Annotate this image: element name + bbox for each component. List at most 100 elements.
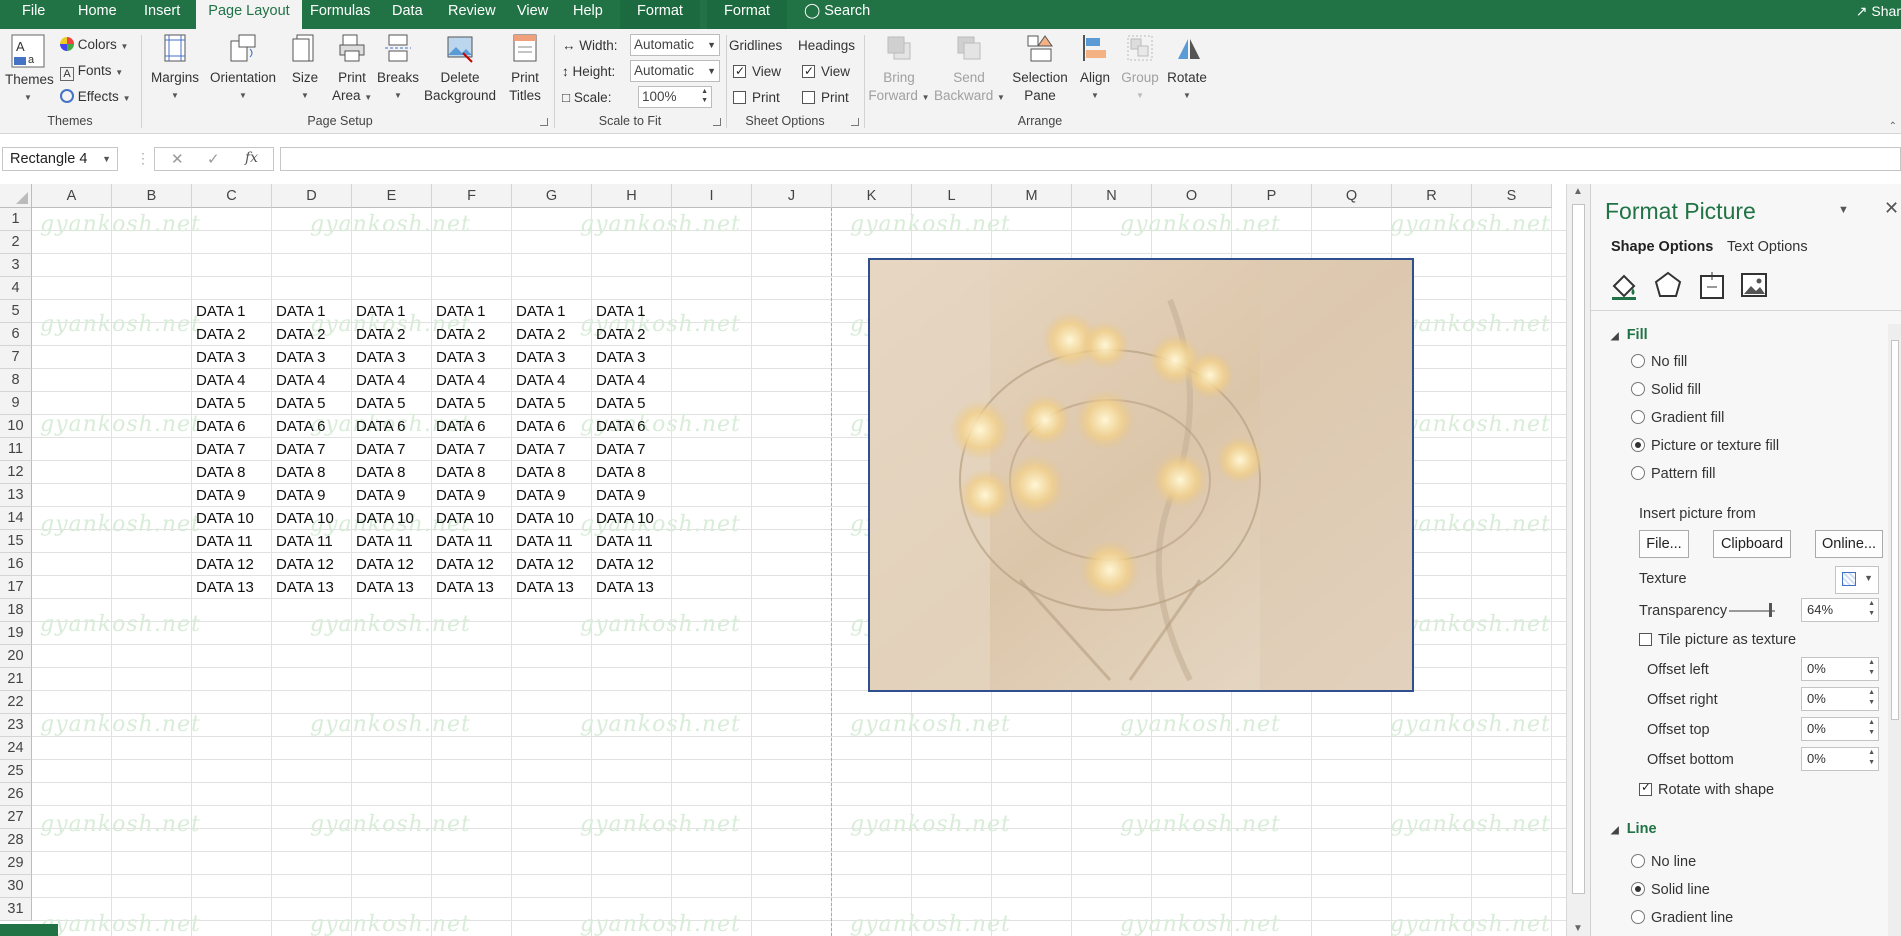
row-header-5[interactable]: 5 (0, 300, 32, 323)
radio-no-line[interactable]: No line (1631, 854, 1696, 870)
slider-handle[interactable] (1769, 603, 1772, 617)
cell-g8[interactable]: DATA 4 (512, 369, 565, 392)
scrollbar-thumb[interactable] (1891, 340, 1899, 720)
cell-g17[interactable]: DATA 13 (512, 576, 574, 599)
column-header-p[interactable]: P (1232, 184, 1312, 208)
headings-view-checkbox[interactable]: View (802, 62, 850, 81)
tab-text-options[interactable]: Text Options (1727, 239, 1808, 255)
cell-e12[interactable]: DATA 8 (352, 461, 405, 484)
tab-page-layout[interactable]: Page Layout (196, 0, 302, 29)
cell-g5[interactable]: DATA 1 (512, 300, 565, 323)
collapse-ribbon-icon[interactable]: ⌃ (1889, 121, 1897, 132)
row-header-18[interactable]: 18 (0, 599, 32, 622)
print-titles-button[interactable]: Print Titles (506, 33, 544, 105)
tab-data[interactable]: Data (382, 0, 433, 29)
scale-spinner[interactable]: 100% ▲ ▼ (638, 86, 712, 108)
cell-h7[interactable]: DATA 3 (592, 346, 645, 369)
cell-e8[interactable]: DATA 4 (352, 369, 405, 392)
delete-background-button[interactable]: Delete Background (424, 33, 496, 105)
tab-review[interactable]: Review (438, 0, 506, 29)
texture-dropdown[interactable]: ▼ (1835, 566, 1879, 594)
column-header-h[interactable]: H (592, 184, 672, 208)
row-header-11[interactable]: 11 (0, 438, 32, 461)
selection-pane-button[interactable]: Selection Pane (1008, 33, 1072, 105)
tab-format-1[interactable]: Format (620, 0, 700, 29)
column-header-n[interactable]: N (1072, 184, 1152, 208)
column-header-c[interactable]: C (192, 184, 272, 208)
colors-button[interactable]: Colors ▼ (60, 36, 128, 56)
cell-c11[interactable]: DATA 7 (192, 438, 245, 461)
cell-e6[interactable]: DATA 2 (352, 323, 405, 346)
pane-options-icon[interactable]: ▼ (1838, 204, 1849, 216)
cell-f10[interactable]: DATA 6 (432, 415, 485, 438)
row-header-9[interactable]: 9 (0, 392, 32, 415)
bring-forward-button[interactable]: Bring Forward ▼ (868, 33, 930, 107)
line-section-header[interactable]: ◢ Line (1611, 821, 1657, 837)
row-header-27[interactable]: 27 (0, 806, 32, 829)
row-header-29[interactable]: 29 (0, 852, 32, 875)
select-all-corner[interactable] (0, 184, 32, 208)
row-header-25[interactable]: 25 (0, 760, 32, 783)
cell-h16[interactable]: DATA 12 (592, 553, 654, 576)
height-dropdown[interactable]: Automatic ▼ (630, 60, 720, 82)
sheet-tab[interactable] (0, 924, 58, 936)
row-header-28[interactable]: 28 (0, 829, 32, 852)
cell-c9[interactable]: DATA 5 (192, 392, 245, 415)
cell-f13[interactable]: DATA 9 (432, 484, 485, 507)
row-header-30[interactable]: 30 (0, 875, 32, 898)
cell-d7[interactable]: DATA 3 (272, 346, 325, 369)
offset-left-spinner[interactable]: 0% ▲ ▼ (1801, 657, 1879, 681)
orientation-button[interactable]: Orientation ▼ (206, 33, 280, 105)
cell-e15[interactable]: DATA 11 (352, 530, 413, 553)
scroll-down-icon[interactable]: ▼ (1573, 923, 1583, 934)
row-header-10[interactable]: 10 (0, 415, 32, 438)
cell-e9[interactable]: DATA 5 (352, 392, 405, 415)
column-header-k[interactable]: K (832, 184, 912, 208)
insert-function-icon[interactable]: fx (245, 150, 258, 166)
tab-file[interactable]: File (12, 0, 55, 29)
cell-d8[interactable]: DATA 4 (272, 369, 325, 392)
cell-g12[interactable]: DATA 8 (512, 461, 565, 484)
column-header-f[interactable]: F (432, 184, 512, 208)
formula-input[interactable] (280, 147, 1901, 171)
cell-f15[interactable]: DATA 11 (432, 530, 493, 553)
tile-checkbox[interactable]: Tile picture as texture (1639, 632, 1796, 648)
cell-d13[interactable]: DATA 9 (272, 484, 325, 507)
offset-top-spinner[interactable]: 0% ▲ ▼ (1801, 717, 1879, 741)
cell-e11[interactable]: DATA 7 (352, 438, 405, 461)
row-header-12[interactable]: 12 (0, 461, 32, 484)
scroll-up-icon[interactable]: ▲ (1573, 186, 1583, 197)
picture-icon[interactable] (1739, 270, 1769, 300)
headings-print-checkbox[interactable]: Print (802, 89, 849, 107)
column-header-a[interactable]: A (32, 184, 112, 208)
radio-no-fill[interactable]: No fill (1631, 354, 1687, 370)
cell-d10[interactable]: DATA 6 (272, 415, 325, 438)
tab-format-2[interactable]: Format (707, 0, 787, 29)
cancel-icon[interactable]: ✕ (171, 150, 184, 168)
cell-e16[interactable]: DATA 12 (352, 553, 414, 576)
vertical-scrollbar[interactable]: ▲ ▼ (1566, 184, 1590, 936)
row-header-16[interactable]: 16 (0, 553, 32, 576)
cell-f16[interactable]: DATA 12 (432, 553, 494, 576)
cell-f11[interactable]: DATA 7 (432, 438, 485, 461)
cell-e13[interactable]: DATA 9 (352, 484, 405, 507)
column-header-g[interactable]: G (512, 184, 592, 208)
cell-c13[interactable]: DATA 9 (192, 484, 245, 507)
cell-e10[interactable]: DATA 6 (352, 415, 405, 438)
cell-c5[interactable]: DATA 1 (192, 300, 245, 323)
cell-h9[interactable]: DATA 5 (592, 392, 645, 415)
tab-formulas[interactable]: Formulas (300, 0, 380, 29)
column-header-q[interactable]: Q (1312, 184, 1392, 208)
tab-home[interactable]: Home (68, 0, 127, 29)
column-header-i[interactable]: I (672, 184, 752, 208)
cell-d17[interactable]: DATA 13 (272, 576, 334, 599)
gridlines-print-checkbox[interactable]: Print (733, 89, 780, 107)
radio-solid-line[interactable]: Solid line (1631, 882, 1710, 898)
name-box[interactable]: Rectangle 4 ▼ (2, 147, 118, 171)
group-button[interactable]: Group ▼ (1120, 33, 1160, 105)
cell-g11[interactable]: DATA 7 (512, 438, 565, 461)
row-header-1[interactable]: 1 (0, 208, 32, 231)
cell-f12[interactable]: DATA 8 (432, 461, 485, 484)
cell-h14[interactable]: DATA 10 (592, 507, 654, 530)
cell-c16[interactable]: DATA 12 (192, 553, 254, 576)
